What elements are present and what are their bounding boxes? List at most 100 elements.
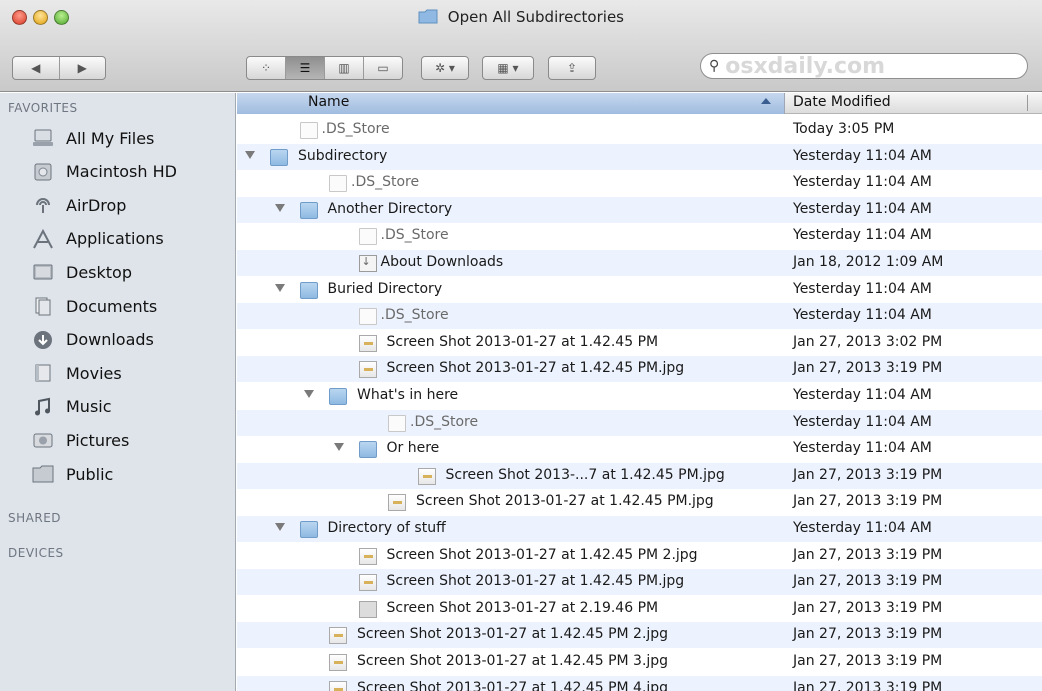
sidebar-item-airdrop[interactable]: AirDrop: [32, 191, 126, 219]
folder-row[interactable]: Subdirectory Yesterday 11:04 AM: [237, 143, 1042, 170]
file-row[interactable]: Screen Shot 2013-01-27 at 1.42.45 PM.jpg…: [237, 489, 1042, 515]
file-name: Screen Shot 2013-01-27 at 1.42.45 PM 2.j…: [357, 626, 669, 643]
image-file-icon: [358, 547, 377, 565]
documents-icon: [32, 295, 54, 317]
file-name: Or here: [386, 440, 440, 457]
action-menu-button[interactable]: ✲ ▾: [421, 56, 469, 80]
file-name: .DS_Store: [380, 307, 449, 324]
file-row[interactable]: Screen Shot 2013-01-27 at 2.19.46 PM Jan …: [237, 596, 1042, 622]
back-forward-buttons: ◀ ▶: [12, 56, 106, 80]
date-modified: Yesterday 11:04 AM: [793, 280, 932, 297]
file-row[interactable]: .DS_Store Yesterday 11:04 AM: [237, 409, 1042, 436]
file-row[interactable]: Screen Shot 2013-01-27 at 1.42.45 PM 3.j…: [237, 649, 1042, 675]
sidebar-item-label: Public: [66, 464, 114, 484]
search-field[interactable]: ⚲: [700, 53, 1028, 79]
file-row[interactable]: .DS_Store Today 3:05 PM: [237, 117, 1042, 143]
back-button[interactable]: ◀: [13, 61, 59, 75]
devices-heading[interactable]: DEVICES: [8, 546, 64, 560]
date-modified: Jan 27, 2013 3:19 PM: [793, 653, 943, 669]
disclosure-triangle-icon[interactable]: [274, 523, 285, 531]
folder-row[interactable]: Directory of stuff Yesterday 11:04 AM: [237, 516, 1042, 542]
column-divider: [1027, 95, 1028, 111]
image-file-icon: [358, 574, 377, 592]
file-row[interactable]: .DS_Store Yesterday 11:04 AM: [237, 303, 1042, 330]
arrange-menu-button[interactable]: ▦ ▾: [482, 56, 534, 80]
date-modified: Yesterday 11:04 AM: [793, 413, 932, 430]
sidebar: FAVORITES All My Files Macintosh HD AirDro…: [0, 93, 236, 691]
favorites-heading: FAVORITES: [8, 101, 78, 115]
date-modified: Yesterday 11:04 AM: [793, 200, 932, 217]
sidebar-item-movies[interactable]: Movies: [32, 359, 122, 387]
window-title-text: Open All Subdirectories: [447, 8, 624, 26]
disclosure-triangle-icon[interactable]: [304, 390, 314, 398]
disclosure-triangle-icon[interactable]: [274, 283, 285, 292]
list-header: Name Date Modified: [237, 93, 1042, 114]
sidebar-item-label: Movies: [66, 363, 122, 383]
name-column-label: Name: [308, 94, 350, 110]
sidebar-item-macintosh-hd[interactable]: Macintosh HD: [32, 158, 177, 186]
folder-row[interactable]: Buried Directory Yesterday 11:04 AM: [237, 277, 1042, 303]
file-row[interactable]: Screen Shot 2013-01-27 at 1.42.45 PM.jpg…: [237, 356, 1042, 383]
view-mode-buttons: ⁘ ☰ ▥ ▭: [246, 56, 403, 80]
file-row[interactable]: .DS_Store Yesterday 11:04 AM: [237, 170, 1042, 196]
name-column-header[interactable]: Name: [237, 93, 785, 114]
folder-row[interactable]: Another Directory Yesterday 11:04 AM: [237, 196, 1042, 223]
share-button[interactable]: ⇪: [548, 56, 596, 80]
sidebar-item-all-my-files[interactable]: All My Files: [32, 124, 154, 152]
document-icon: [329, 175, 347, 193]
list-view-button[interactable]: ☰: [286, 57, 325, 79]
date-modified: Jan 27, 2013 3:19 PM: [793, 679, 943, 691]
file-row[interactable]: Screen Shot 2013-01-27 at 1.42.45 PM 2.j…: [237, 622, 1042, 649]
sidebar-item-pictures[interactable]: Pictures: [32, 426, 129, 454]
disclosure-triangle-icon[interactable]: [274, 203, 285, 212]
file-row[interactable]: Screen Shot 2013-01-27 at 1.42.45 PM Jan …: [237, 330, 1042, 356]
file-row[interactable]: Screen Shot 2013-...7 at 1.42.45 PM.jpg J…: [237, 462, 1042, 489]
sidebar-item-label: Desktop: [66, 262, 132, 282]
date-modified-column-header[interactable]: Date Modified: [793, 94, 891, 110]
icon-view-button[interactable]: ⁘: [247, 57, 286, 79]
folder-row[interactable]: Or here Yesterday 11:04 AM: [237, 436, 1042, 462]
file-row[interactable]: Screen Shot 2013-01-27 at 1.42.45 PM.jpg…: [237, 569, 1042, 596]
file-name: Screen Shot 2013-01-27 at 2.19.46 PM: [386, 599, 659, 616]
sidebar-item-music[interactable]: Music: [32, 393, 112, 421]
date-modified: Jan 27, 2013 3:19 PM: [793, 546, 943, 563]
sidebar-item-public[interactable]: Public: [32, 460, 113, 488]
date-modified: Yesterday 11:04 AM: [793, 307, 932, 324]
file-row[interactable]: Screen Shot 2013-01-27 at 1.42.45 PM 2.j…: [237, 543, 1042, 569]
sidebar-item-downloads[interactable]: Downloads: [32, 326, 154, 354]
folder-icon: [358, 441, 377, 459]
sort-ascending-icon: [761, 98, 771, 104]
date-modified: Jan 27, 2013 3:19 PM: [793, 573, 943, 590]
file-name: Screen Shot 2013-01-27 at 1.42.45 PM 3.j…: [357, 653, 669, 669]
file-name: .DS_Store: [410, 413, 479, 430]
sidebar-item-label: Downloads: [66, 330, 154, 350]
file-list: Name Date Modified .DS_Store Today 3:05 P…: [237, 93, 1042, 691]
movies-icon: [32, 362, 54, 384]
document-icon: [358, 308, 377, 326]
file-name: .DS_Store: [321, 121, 390, 137]
image-file-icon: [329, 627, 347, 645]
window-title: Open All Subdirectories: [0, 8, 1042, 26]
forward-button[interactable]: ▶: [60, 61, 106, 75]
sidebar-item-desktop[interactable]: Desktop: [32, 258, 132, 286]
sidebar-item-label: Music: [66, 397, 112, 417]
airdrop-icon: [32, 194, 54, 216]
sidebar-item-documents[interactable]: Documents: [32, 292, 157, 320]
disclosure-triangle-icon[interactable]: [333, 443, 344, 452]
file-row[interactable]: Screen Shot 2013-01-27 at 1.42.45 PM 4.j…: [237, 675, 1042, 691]
file-row[interactable]: .DS_Store Yesterday 11:04 AM: [237, 223, 1042, 249]
shared-heading[interactable]: SHARED: [8, 511, 61, 525]
date-modified: Yesterday 11:04 AM: [793, 227, 932, 244]
coverflow-view-button[interactable]: ▭: [364, 57, 402, 79]
disclosure-triangle-icon[interactable]: [245, 150, 255, 159]
window-toolbar: Open All Subdirectories ◀ ▶ ⁘ ☰ ▥ ▭ ✲ ▾ …: [0, 0, 1042, 92]
sidebar-item-applications[interactable]: Applications: [32, 225, 164, 253]
folder-row[interactable]: What's in here Yesterday 11:04 AM: [237, 383, 1042, 409]
search-input[interactable]: [725, 53, 1006, 79]
file-name: About Downloads: [380, 254, 504, 270]
folder-icon: [299, 281, 318, 299]
file-row[interactable]: About Downloads Jan 18, 2012 1:09 AM: [237, 250, 1042, 276]
file-name: .DS_Store: [351, 174, 420, 191]
folder-icon: [299, 521, 318, 538]
column-view-button[interactable]: ▥: [325, 57, 364, 79]
